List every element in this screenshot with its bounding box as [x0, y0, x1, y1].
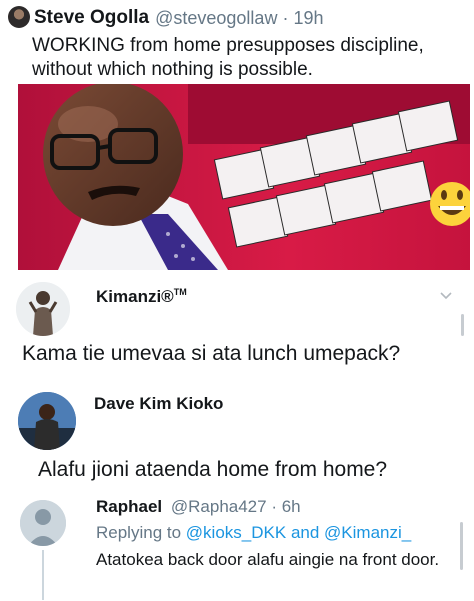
chevron-down-icon[interactable]: [438, 288, 454, 302]
reply-header: Raphael @Rapha427 · 6h: [96, 497, 301, 517]
original-tweet[interactable]: Steve Ogolla @steveogollaw · 19h WORKING…: [0, 0, 474, 275]
author-name[interactable]: Steve Ogolla: [34, 7, 149, 29]
and-word: and: [290, 523, 320, 542]
reply-kimanzi[interactable]: Kimanzi®TM Kama tie umevaa si ata lunch …: [0, 272, 474, 386]
reply-raphael[interactable]: Raphael @Rapha427 · 6h Replying to @kiok…: [0, 492, 474, 601]
reply-dave-kim-kioko[interactable]: Dave Kim Kioko Alafu jioni ataenda home …: [0, 384, 474, 494]
reply-text: Atatokea back door alafu aingie na front…: [96, 550, 440, 569]
avatar-dave-kim-kioko[interactable]: [18, 392, 76, 450]
reply-author-name-text[interactable]: Kimanzi®: [96, 287, 174, 306]
default-avatar-icon[interactable]: [20, 500, 66, 546]
author-handle[interactable]: @steveogollaw · 19h: [155, 8, 323, 29]
reply-author-name[interactable]: Dave Kim Kioko: [94, 394, 223, 414]
reply-author-name[interactable]: Raphael: [96, 497, 162, 516]
replying-to: Replying to @kioks_DKK and @Kimanzi_: [96, 523, 411, 543]
thread-line: [42, 550, 44, 600]
avatar-steve-ogolla[interactable]: [8, 6, 30, 28]
replying-to-prefix: Replying to: [96, 523, 182, 542]
tweet-time: · 19h: [282, 7, 324, 28]
reply-author-handle[interactable]: @Rapha427 · 6h: [171, 497, 301, 516]
scrollbar[interactable]: [460, 522, 463, 570]
reply-text: Kama tie umevaa si ata lunch umepack?: [22, 342, 401, 365]
scrollbar[interactable]: [461, 314, 464, 336]
selfie-image: [18, 84, 470, 270]
tweet-photo[interactable]: [18, 84, 470, 270]
reply-author-name[interactable]: Kimanzi®TM: [96, 287, 187, 307]
reply-time: · 6h: [271, 497, 301, 516]
mention-kimanzi[interactable]: @Kimanzi_: [324, 523, 411, 542]
mention-link[interactable]: @kioks_DKK and @Kimanzi_: [186, 523, 411, 542]
reply-text: Alafu jioni ataenda home from home?: [38, 458, 388, 481]
author-handle-text[interactable]: @steveogollaw: [155, 8, 277, 28]
tweet-text: WORKING from home presupposes discipline…: [32, 35, 424, 80]
tweet-header: Steve Ogolla @steveogollaw · 19h: [34, 6, 324, 30]
trademark-mark: TM: [173, 287, 187, 297]
mention-kioks-dkk[interactable]: @kioks_DKK: [186, 523, 286, 542]
avatar-kimanzi[interactable]: [16, 282, 70, 336]
reply-author-handle-text[interactable]: @Rapha427: [171, 497, 267, 516]
